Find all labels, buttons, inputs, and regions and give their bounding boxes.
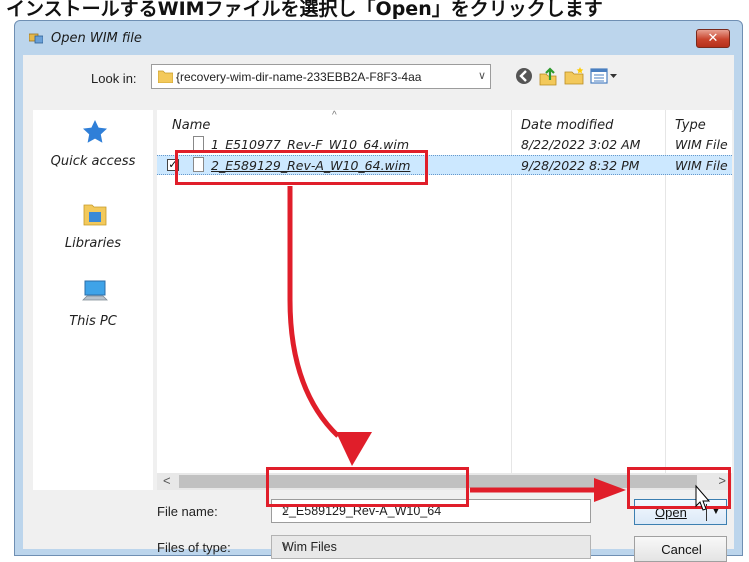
arrow-head-right [594,478,626,502]
arrow-head-down [336,432,372,466]
arrow-line-down [287,186,340,438]
mouse-cursor-icon [695,484,711,511]
annotation-arrows [287,186,711,511]
